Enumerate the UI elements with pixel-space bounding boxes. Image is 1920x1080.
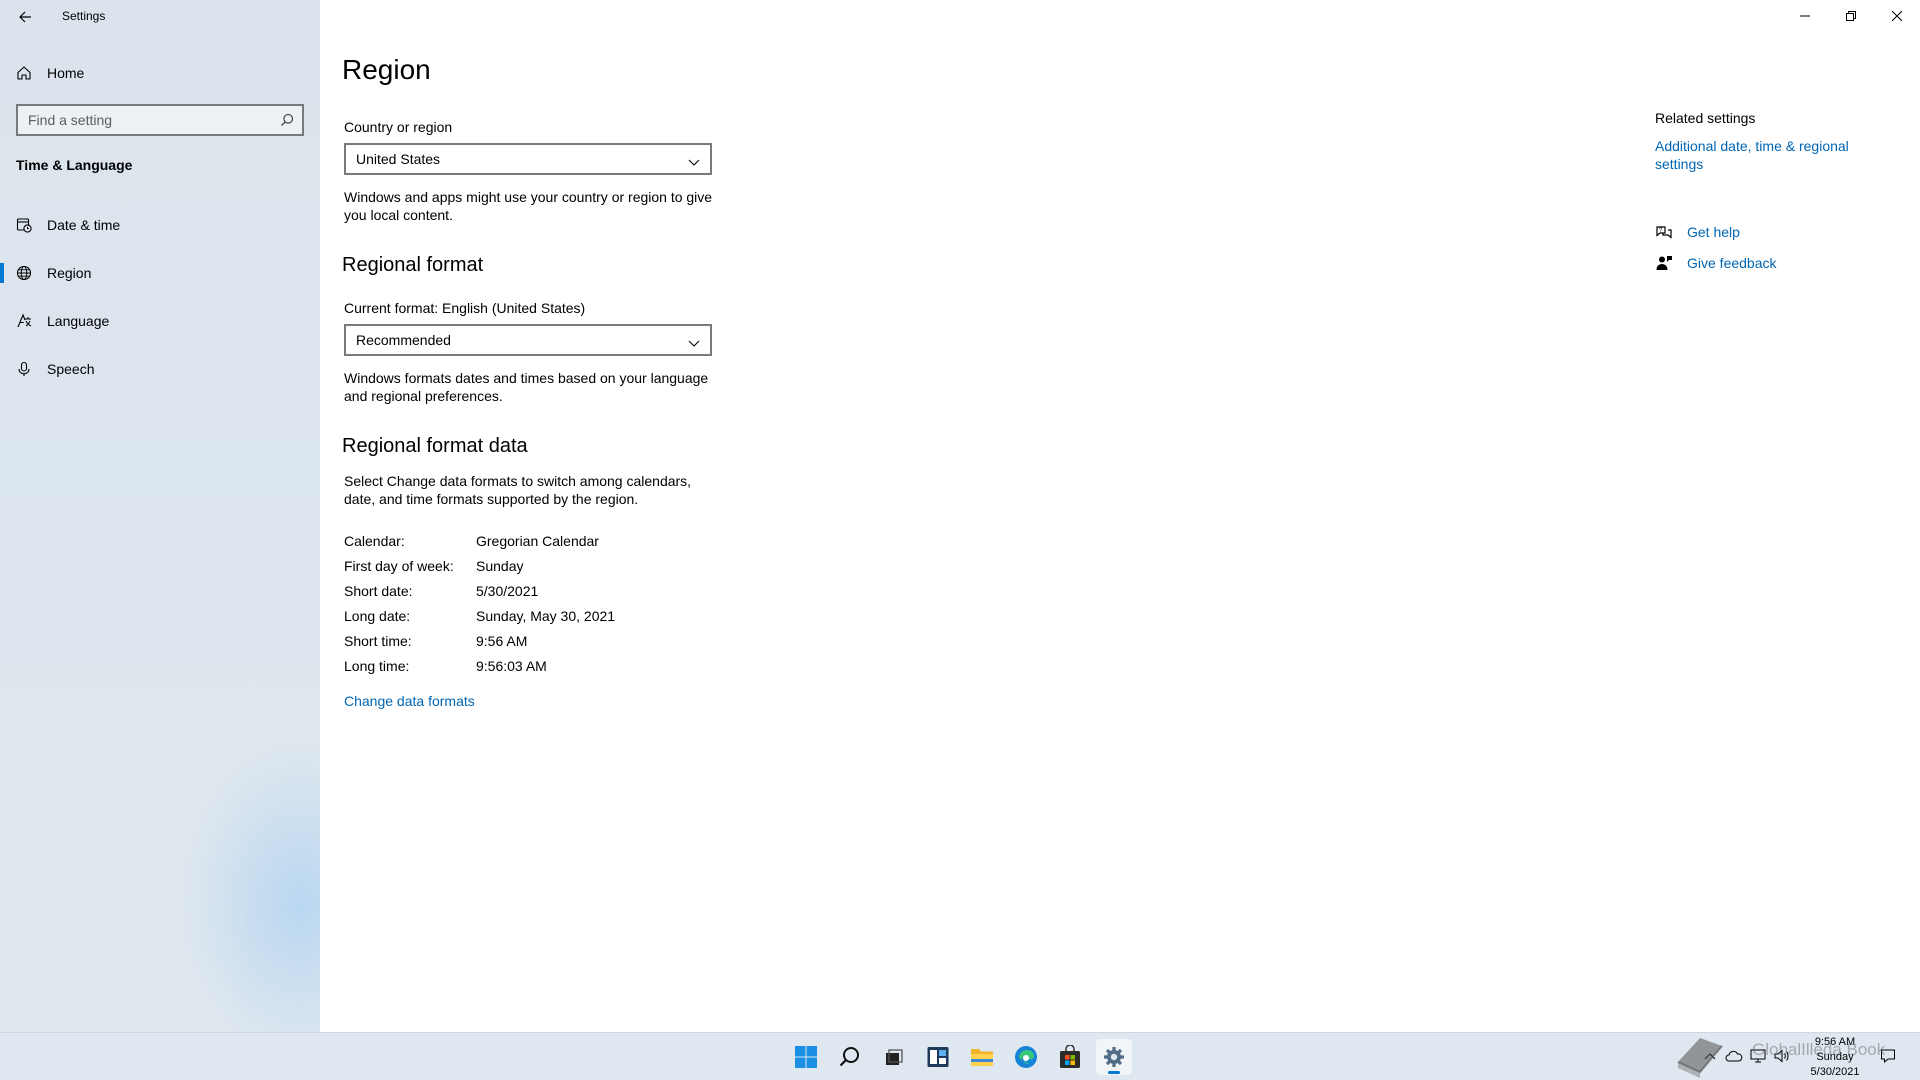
- sidebar-item-home[interactable]: Home: [0, 58, 320, 88]
- format-key: Calendar:: [344, 533, 405, 549]
- give-feedback-row[interactable]: Give feedback: [1655, 252, 1777, 274]
- format-key: Long date:: [344, 608, 411, 624]
- related-settings-heading: Related settings: [1655, 110, 1756, 126]
- regional-format-value: Recommended: [356, 332, 451, 348]
- show-hidden-icons-button[interactable]: [1700, 1046, 1720, 1066]
- page-title: Region: [342, 54, 431, 85]
- sidebar: Settings Home Time & Language Date & tim…: [0, 0, 320, 1032]
- notification-icon: [1881, 1049, 1895, 1064]
- section-heading: Time & Language: [16, 157, 133, 173]
- store-button[interactable]: [1052, 1039, 1088, 1075]
- widgets-icon: [927, 1047, 949, 1067]
- edge-button[interactable]: [1008, 1039, 1044, 1075]
- regional-format-heading: Regional format: [342, 254, 484, 276]
- clock-date: 5/30/2021: [1810, 1066, 1860, 1078]
- edge-browser-icon: [1015, 1046, 1037, 1068]
- gear-icon: [1104, 1047, 1124, 1067]
- taskbar-clock[interactable]: 9:56 AM Sunday 5/30/2021: [1795, 1035, 1875, 1080]
- additional-settings-link[interactable]: Additional date, time & regional setting…: [1655, 137, 1865, 173]
- format-value: 9:56:03 AM: [476, 658, 547, 674]
- task-view-icon: [886, 1049, 903, 1065]
- back-button[interactable]: [12, 4, 38, 30]
- country-dropdown[interactable]: United States: [344, 143, 712, 175]
- help-chat-icon: ?: [1655, 224, 1677, 240]
- search-icon[interactable]: [280, 113, 294, 132]
- calendar-clock-icon: [16, 217, 32, 238]
- feedback-icon: [1655, 255, 1677, 271]
- chevron-down-icon: [688, 154, 700, 170]
- back-arrow-icon: [19, 11, 31, 23]
- start-button[interactable]: [788, 1039, 824, 1075]
- format-value: 5/30/2021: [476, 583, 539, 599]
- home-icon: [16, 65, 32, 86]
- related-settings: Related settings Additional date, time &…: [1655, 110, 1885, 173]
- network-tray-button[interactable]: [1748, 1046, 1768, 1066]
- sidebar-item-label: Region: [47, 265, 92, 281]
- folder-icon: [971, 1049, 993, 1066]
- notifications-button[interactable]: [1878, 1046, 1898, 1066]
- close-button[interactable]: [1874, 0, 1920, 32]
- sidebar-item-speech[interactable]: Speech: [0, 349, 320, 389]
- task-view-button[interactable]: [876, 1039, 912, 1075]
- get-help-row[interactable]: ? Get help: [1655, 221, 1740, 243]
- widgets-button[interactable]: [920, 1039, 956, 1075]
- restore-icon: [1846, 11, 1856, 21]
- country-value: United States: [356, 151, 441, 167]
- chevron-down-icon: [688, 335, 700, 351]
- onedrive-tray-button[interactable]: [1724, 1046, 1744, 1066]
- minimize-icon: [1800, 15, 1810, 17]
- main-content: Region Country or region United States W…: [320, 0, 1920, 1032]
- give-feedback-link[interactable]: Give feedback: [1687, 255, 1777, 271]
- settings-taskbar-button[interactable]: [1096, 1039, 1132, 1075]
- sidebar-item-label: Language: [47, 313, 110, 329]
- windows-logo-icon: [795, 1046, 817, 1068]
- cloud-icon: [1725, 1050, 1743, 1062]
- format-value: 9:56 AM: [476, 633, 528, 649]
- app-title: Settings: [62, 9, 106, 23]
- sidebar-item-label: Speech: [47, 361, 95, 377]
- sidebar-item-label: Home: [47, 65, 85, 81]
- current-format-label: Current format: English (United States): [344, 300, 586, 316]
- sidebar-item-region[interactable]: Region: [0, 253, 320, 293]
- format-key: First day of week:: [344, 558, 454, 574]
- change-data-formats-link[interactable]: Change data formats: [344, 693, 475, 709]
- restore-button[interactable]: [1828, 0, 1874, 32]
- chevron-up-icon: [1704, 1053, 1716, 1060]
- clock-time: 9:56 AM: [1814, 1036, 1856, 1048]
- close-icon: [1892, 11, 1902, 21]
- network-icon: [1750, 1049, 1766, 1063]
- search-input[interactable]: [28, 112, 268, 128]
- taskbar: 9:56 AM Sunday 5/30/2021: [0, 1032, 1920, 1080]
- regional-format-dropdown[interactable]: Recommended: [344, 324, 712, 356]
- search-icon: [839, 1047, 859, 1067]
- search-box: [16, 104, 304, 136]
- regional-format-description: Windows formats dates and times based on…: [344, 370, 709, 404]
- format-data-description: Select Change data formats to switch amo…: [344, 473, 692, 507]
- format-value: Sunday, May 30, 2021: [476, 608, 616, 624]
- sidebar-item-date-time[interactable]: Date & time: [0, 205, 320, 245]
- taskbar-search-button[interactable]: [832, 1039, 868, 1075]
- format-value: Gregorian Calendar: [476, 533, 599, 549]
- format-key: Short date:: [344, 583, 413, 599]
- store-bag-icon: [1060, 1045, 1080, 1068]
- format-key: Short time:: [344, 633, 412, 649]
- language-icon: [16, 313, 32, 334]
- volume-tray-button[interactable]: [1772, 1046, 1792, 1066]
- speaker-icon: [1774, 1049, 1789, 1063]
- file-explorer-button[interactable]: [964, 1039, 1000, 1075]
- sidebar-item-language[interactable]: Language: [0, 301, 320, 341]
- get-help-link[interactable]: Get help: [1687, 224, 1740, 240]
- clock-day: Sunday: [1816, 1051, 1854, 1063]
- globe-icon: [16, 265, 32, 286]
- country-label: Country or region: [344, 119, 453, 135]
- microphone-icon: [16, 361, 32, 382]
- sidebar-item-label: Date & time: [47, 217, 121, 233]
- format-key: Long time:: [344, 658, 410, 674]
- format-value: Sunday: [476, 558, 524, 574]
- country-description: Windows and apps might use your country …: [344, 189, 713, 223]
- minimize-button[interactable]: [1782, 0, 1828, 32]
- format-data-heading: Regional format data: [342, 435, 528, 457]
